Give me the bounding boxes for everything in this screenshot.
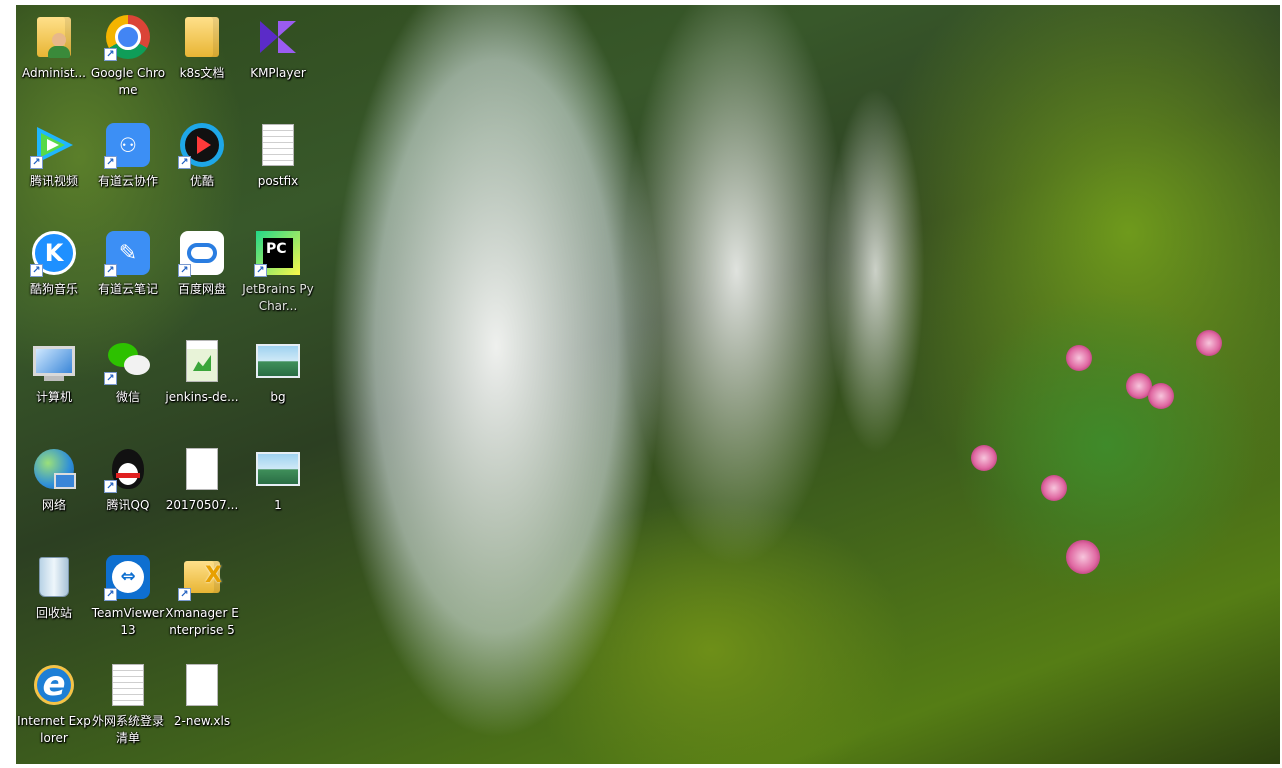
desktop-icon-postfix[interactable]: postfix <box>240 115 316 215</box>
wechat-icon: ↗ <box>104 337 152 385</box>
desktop-icon-xmanager[interactable]: X ↗ Xmanager Enterprise 5 <box>164 547 240 647</box>
desktop-icon-google-chrome[interactable]: ↗ Google Chrome <box>90 7 166 107</box>
desktop-icon-label: bg <box>270 390 286 404</box>
qq-penguin-icon: ↗ <box>104 445 152 493</box>
blank-document-icon <box>178 661 226 709</box>
desktop-icon-label: 网络 <box>41 498 66 512</box>
pycharm-icon: PC ↗ <box>254 229 302 277</box>
desktop-icon-tencent-video[interactable]: ↗ 腾讯视频 <box>16 115 92 215</box>
desktop-icon-label: postfix <box>257 174 299 188</box>
youdao-note-icon: ✎ ↗ <box>104 229 152 277</box>
wallpaper-flower <box>1148 383 1174 409</box>
desktop-icon-kugou[interactable]: K ↗ 酷狗音乐 <box>16 223 92 323</box>
desktop-icon-label: 微信 <box>115 390 140 404</box>
desktop-icon-teamviewer[interactable]: ⇔ ↗ TeamViewer 13 <box>90 547 166 647</box>
wallpaper-flower <box>971 445 997 471</box>
desktop-icon-label: Xmanager Enterprise 5 <box>165 606 239 637</box>
text-document-icon <box>104 661 152 709</box>
desktop-icon-qq[interactable]: ↗ 腾讯QQ <box>90 439 166 539</box>
desktop-icon-youdao-note[interactable]: ✎ ↗ 有道云笔记 <box>90 223 166 323</box>
desktop-icon-label: KMPlayer <box>250 66 306 80</box>
desktop-icon-internet-explorer[interactable]: e Internet Explorer <box>16 655 92 755</box>
baidu-netdisk-icon: ↗ <box>178 229 226 277</box>
desktop-icon-kmplayer[interactable]: KMPlayer <box>240 7 316 107</box>
chrome-icon: ↗ <box>104 13 152 61</box>
desktop-icon-label: 腾讯视频 <box>29 174 78 188</box>
desktop-icon-20170507[interactable]: 20170507... <box>164 439 240 539</box>
desktop-icon-label: k8s文档 <box>179 66 225 80</box>
image-file-icon <box>254 337 302 385</box>
youdao-collab-icon: ⚇ ↗ <box>104 121 152 169</box>
desktop-icon-administrator[interactable]: Administ... <box>16 7 92 107</box>
wallpaper-flower <box>1041 475 1067 501</box>
desktop-wallpaper: Administ... ↗ 腾讯视频 K ↗ 酷狗音乐 计算机 网络 回收站 e… <box>16 5 1280 764</box>
desktop-icon-youku[interactable]: ↗ 优酷 <box>164 115 240 215</box>
internet-explorer-icon: e <box>30 661 78 709</box>
kmplayer-icon <box>254 13 302 61</box>
desktop-icon-bg-image[interactable]: bg <box>240 331 316 431</box>
desktop-icon-wanwang-list[interactable]: 外网系统登录清单 <box>90 655 166 755</box>
desktop-icon-label: 优酷 <box>189 174 214 188</box>
desktop-icon-label: 有道云笔记 <box>97 282 158 296</box>
user-folder-icon <box>30 13 78 61</box>
desktop-icon-label: JetBrains PyChar... <box>242 282 314 313</box>
tencent-video-icon: ↗ <box>30 121 78 169</box>
desktop-icon-k8s-docs[interactable]: k8s文档 <box>164 7 240 107</box>
desktop-icon-label: Administ... <box>22 66 86 80</box>
desktop-icon-label: 2-new.xls <box>173 714 231 728</box>
image-file-icon <box>254 445 302 493</box>
wallpaper-flower <box>1066 540 1100 574</box>
teamviewer-icon: ⇔ ↗ <box>104 553 152 601</box>
computer-icon <box>30 337 78 385</box>
recycle-bin-icon <box>30 553 78 601</box>
network-globe-icon <box>30 445 78 493</box>
text-document-icon <box>254 121 302 169</box>
desktop-icon-2-new-xls[interactable]: 2-new.xls <box>164 655 240 755</box>
blank-document-icon <box>178 445 226 493</box>
desktop-icon-label: jenkins-de... <box>165 390 239 404</box>
desktop-icon-label: 外网系统登录清单 <box>91 714 164 745</box>
desktop-icon-youdao-collab[interactable]: ⚇ ↗ 有道云协作 <box>90 115 166 215</box>
desktop-icon-image-1[interactable]: 1 <box>240 439 316 539</box>
desktop-icon-jenkins-doc[interactable]: jenkins-de... <box>164 331 240 431</box>
desktop-icon-network[interactable]: 网络 <box>16 439 92 539</box>
desktop-icon-baidu-netdisk[interactable]: ↗ 百度网盘 <box>164 223 240 323</box>
desktop-icon-wechat[interactable]: ↗ 微信 <box>90 331 166 431</box>
desktop-icon-label: 酷狗音乐 <box>29 282 78 296</box>
desktop-icon-label: 百度网盘 <box>177 282 226 296</box>
desktop-icon-pycharm[interactable]: PC ↗ JetBrains PyChar... <box>240 223 316 323</box>
desktop-icon-computer[interactable]: 计算机 <box>16 331 92 431</box>
desktop-icon-label: 1 <box>274 498 282 512</box>
desktop-icon-recycle-bin[interactable]: 回收站 <box>16 547 92 647</box>
desktop-icon-label: 有道云协作 <box>97 174 158 188</box>
desktop-icon-label: TeamViewer 13 <box>91 606 165 637</box>
wallpaper-flower <box>1196 330 1222 356</box>
desktop-icon-label: Google Chrome <box>90 66 166 97</box>
wallpaper-flower <box>1066 345 1092 371</box>
desktop-icon-label: 回收站 <box>35 606 72 620</box>
desktop-icon-label: 腾讯QQ <box>106 498 150 512</box>
xmanager-folder-icon: X ↗ <box>178 553 226 601</box>
desktop-icon-label: Internet Explorer <box>17 714 91 745</box>
spreadsheet-document-icon <box>178 337 226 385</box>
desktop-icon-label: 20170507... <box>165 498 239 512</box>
desktop-icon-label: 计算机 <box>35 390 72 404</box>
youku-icon: ↗ <box>178 121 226 169</box>
folder-icon <box>178 13 226 61</box>
kugou-music-icon: K ↗ <box>30 229 78 277</box>
